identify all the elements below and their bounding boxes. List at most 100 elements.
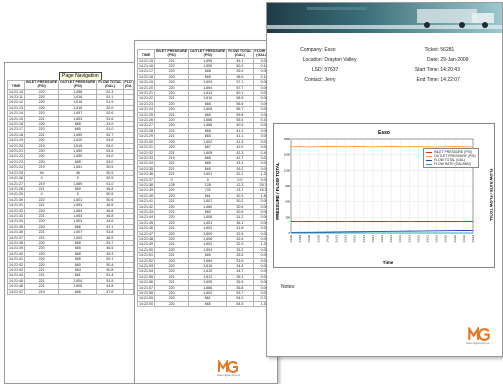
table-cell: 14:21:27 — [138, 123, 155, 128]
table-cell: 14:21:15 — [8, 116, 25, 121]
y-tick-label: 900 — [285, 184, 290, 188]
table-cell: 14:21:23 — [138, 101, 155, 106]
x-tick-label: 14:22 — [471, 235, 475, 243]
table-cell: 14:21:40 — [138, 193, 155, 198]
x-tick-label: 14:21 — [344, 235, 348, 243]
legend-swatch — [426, 160, 432, 161]
table-cell: 14:21:19 — [8, 138, 25, 143]
column-header: FLOW TOTAL(GAL) — [227, 50, 253, 59]
table-cell: 14:21:16 — [8, 122, 25, 127]
table-cell: 14:21:20 — [8, 143, 25, 148]
table-cell: 14:21:18 — [8, 132, 25, 137]
table-cell: 14:21:21 — [138, 91, 155, 96]
series-line-1 — [291, 146, 473, 147]
x-tick-label: 14:20 — [316, 235, 320, 243]
lsd-value: 97637 — [324, 67, 338, 73]
table-cell: 14:21:41 — [8, 257, 25, 262]
table-cell: 665 — [189, 301, 227, 306]
table-cell: 14:21:44 — [138, 215, 155, 220]
table-cell: 14:21:29 — [8, 192, 25, 197]
start-time-info: Start Time: 14:20:43 — [407, 67, 460, 73]
table-cell: 14:21:36 — [8, 230, 25, 235]
table-cell: 14:21:25 — [138, 112, 155, 117]
table-cell: 14:21:42 — [8, 262, 25, 267]
mg-website-page-2: www.mgpumping.co — [217, 374, 240, 377]
table-cell: 14:21:33 — [138, 155, 155, 160]
table-cell: 14:21:37 — [8, 235, 25, 240]
table-cell: 14:21:16 — [138, 64, 155, 69]
report-page-2[interactable]: TIMEINLET PRESSURE(PSI)OUTLET PRESSURE(P… — [134, 40, 278, 384]
report-page-3[interactable]: Company: Esso Location: Drayton Valley L… — [266, 2, 503, 357]
column-header: INLET PRESSURE(PSI) — [155, 50, 189, 59]
column-header: TIME — [8, 81, 25, 90]
table-cell: 54.5 — [227, 301, 253, 306]
column-header: OUTLET PRESSURE(PSI) — [189, 50, 227, 59]
table-cell: 14:21:47 — [8, 289, 25, 294]
table-cell: 14:21:35 — [138, 166, 155, 171]
table-cell: 14:21:31 — [8, 203, 25, 208]
y-tick-label: 300 — [285, 215, 290, 219]
table-cell: 14:21:26 — [138, 118, 155, 123]
table-cell: 47.6 — [97, 289, 123, 294]
table-cell: 14:21:24 — [138, 107, 155, 112]
column-header: TIME — [138, 50, 155, 59]
column-header: INLET PRESSURE(PSI) — [25, 81, 59, 90]
legend-swatch — [426, 152, 432, 153]
location-value: Drayton Valley — [324, 57, 356, 63]
lsd-info: LSD: 97637 — [287, 67, 338, 73]
table-cell: 14:21:38 — [8, 240, 25, 245]
notes-label: Notes: — [281, 284, 295, 290]
location-info: Location: Drayton Valley — [287, 57, 357, 63]
table-cell: 14:21:51 — [138, 253, 155, 258]
y-tick-label: 1200 — [284, 168, 291, 172]
table-cell: 14:21:15 — [138, 58, 155, 63]
table-cell: 14:21:42 — [138, 204, 155, 209]
table-cell: 14:21:34 — [8, 219, 25, 224]
table-cell: 14:21:28 — [138, 128, 155, 133]
table-cell: 14:21:23 — [8, 159, 25, 164]
table-cell: 14:21:34 — [138, 161, 155, 166]
x-axis-label: Time — [383, 260, 394, 265]
x-tick-label: 14:21 — [362, 235, 366, 243]
table-cell: 14:21:17 — [8, 127, 25, 132]
table-cell: 14:21:32 — [138, 150, 155, 155]
table-cell: 14:21:47 — [138, 231, 155, 236]
table-cell: 14:21:50 — [138, 247, 155, 252]
header-banner — [267, 3, 502, 33]
contact-info: Contact: Jerry — [287, 77, 336, 83]
column-header: OUTLET PRESSURE(PSI) — [59, 81, 97, 90]
x-tick-label: 14:20 — [307, 235, 311, 243]
table-cell: 14:22:00 — [138, 301, 155, 306]
start-time-label: Start Time: — [407, 67, 439, 73]
table-header-row: TIMEINLET PRESSURE(PSI)OUTLET PRESSURE(P… — [8, 81, 134, 90]
table-cell: 14:21:28 — [8, 186, 25, 191]
table-cell: 14:21:36 — [138, 172, 155, 177]
x-tick-label: 14:21 — [416, 235, 420, 243]
pressure-flow-chart: Esso PRESSURE / FLOW TOTAL FLOW RATE / F… — [273, 123, 495, 268]
table-cell: 14:21:43 — [138, 209, 155, 214]
ticket-value: 56281 — [440, 47, 454, 53]
y-tick-label: 1500 — [284, 153, 291, 157]
table-cell: 14:21:21 — [8, 149, 25, 154]
report-page-1[interactable]: Page Navigation TIMEINLET PRESSURE(PSI)O… — [4, 62, 142, 384]
table-cell: 14:21:58 — [138, 291, 155, 296]
table-cell: 14:21:52 — [138, 258, 155, 263]
x-tick-label: 14:20 — [325, 235, 329, 243]
table-cell — [123, 289, 133, 294]
table-cell: 14:21:17 — [138, 69, 155, 74]
end-time-info: End Time: 14:22:07 — [407, 77, 460, 83]
table-cell: 14:21:30 — [8, 197, 25, 202]
table-cell: 14:21:13 — [8, 105, 25, 110]
x-tick-label: 14:21 — [398, 235, 402, 243]
data-table-page-2: TIMEINLET PRESSURE(PSI)OUTLET PRESSURE(P… — [137, 49, 278, 307]
company-info: Company: Esso — [287, 47, 336, 53]
table-cell: 14:21:59 — [138, 296, 155, 301]
contact-value: Jerry — [324, 77, 335, 83]
company-value: Esso — [324, 47, 335, 53]
column-header: FLOW TOTAL(GAL) — [97, 81, 123, 90]
table-cell: 14:21:41 — [138, 199, 155, 204]
chart-title: Esso — [378, 130, 390, 136]
x-tick-label: 14:20 — [289, 235, 293, 243]
x-tick-label: 14:22 — [462, 235, 466, 243]
table-cell: 14:21:43 — [8, 268, 25, 273]
